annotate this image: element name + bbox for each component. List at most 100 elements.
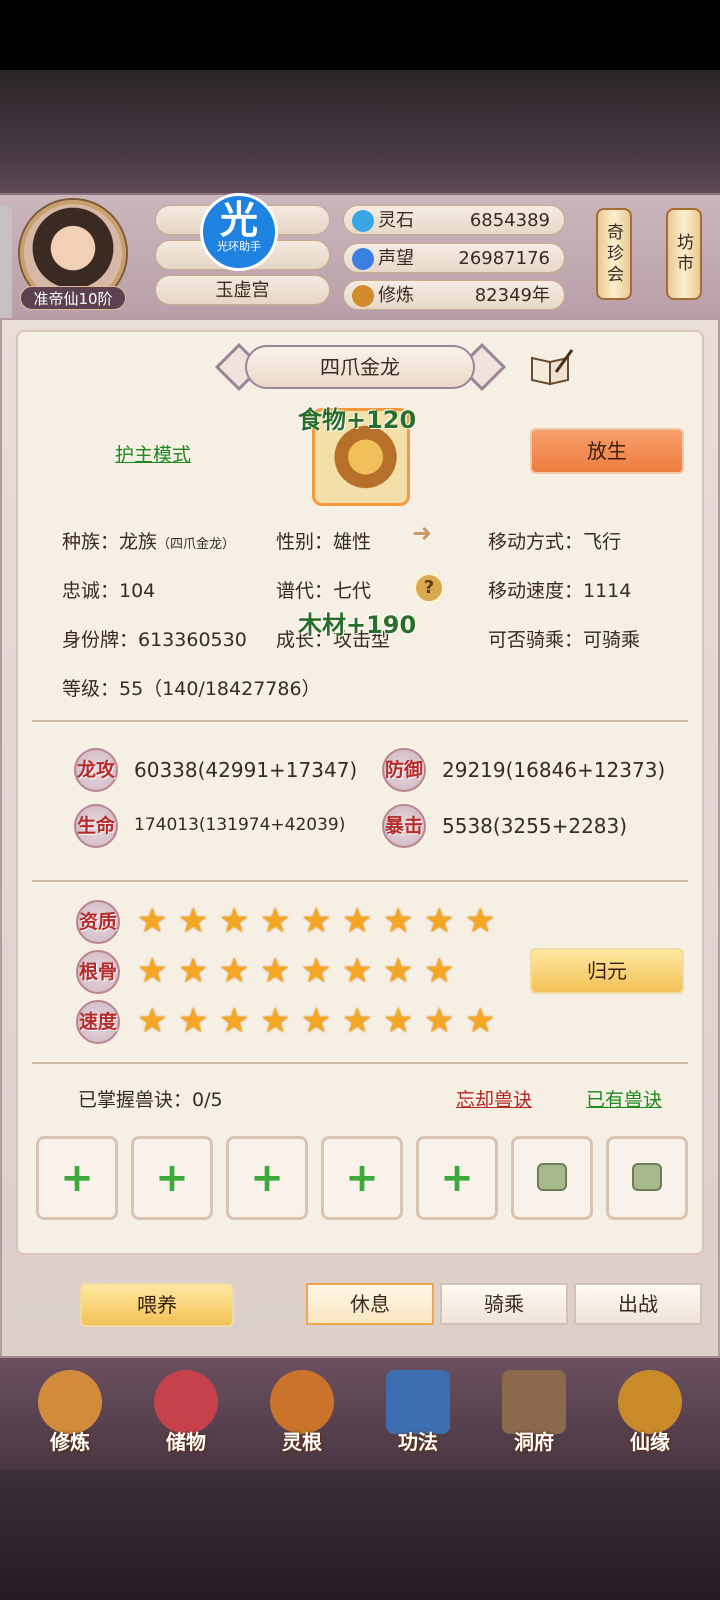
return-origin-button[interactable]: 归元 bbox=[530, 948, 684, 994]
fate-gourd-icon bbox=[618, 1370, 682, 1434]
star-icon: ★ bbox=[301, 1001, 332, 1041]
health-badge: 生命 bbox=[74, 804, 118, 848]
logo-glyph: 光 bbox=[219, 198, 258, 242]
resource-label: 灵石 bbox=[378, 210, 414, 231]
star-icon: ★ bbox=[137, 901, 168, 941]
star-icon: ★ bbox=[424, 1001, 455, 1041]
forget-skill-link[interactable]: 忘却兽诀 bbox=[456, 1085, 532, 1112]
book-quill-icon[interactable] bbox=[530, 348, 574, 386]
nav-technique[interactable]: 功法 bbox=[370, 1370, 466, 1466]
skill-slot-1[interactable]: + bbox=[36, 1136, 118, 1220]
guard-mode-link[interactable]: 护主模式 bbox=[115, 440, 191, 467]
star-icon: ★ bbox=[260, 951, 291, 991]
resource-label: 修炼 bbox=[378, 285, 414, 306]
top-backdrop bbox=[0, 70, 720, 195]
question-icon[interactable]: ? bbox=[414, 573, 444, 603]
release-button[interactable]: 放生 bbox=[530, 428, 684, 474]
bone-badge: 根骨 bbox=[76, 950, 120, 994]
treasure-fair-button[interactable]: 奇珍会 bbox=[596, 208, 632, 300]
id-tag-info: 身份牌：613360530 bbox=[62, 629, 247, 651]
aptitude-stars: ★ ★ ★ ★ ★ ★ ★ ★ ★ bbox=[137, 904, 500, 939]
player-sect: 玉虚宫 bbox=[155, 275, 330, 305]
attack-badge: 龙攻 bbox=[74, 748, 118, 792]
prestige-icon bbox=[352, 248, 374, 270]
bone-stars: ★ ★ ★ ★ ★ ★ ★ ★ bbox=[137, 954, 459, 989]
star-icon: ★ bbox=[178, 1001, 209, 1041]
skill-slot-6-locked[interactable] bbox=[511, 1136, 593, 1220]
nav-fate[interactable]: 仙缘 bbox=[602, 1370, 698, 1466]
divider bbox=[32, 880, 688, 882]
star-icon: ★ bbox=[424, 951, 455, 991]
star-icon: ★ bbox=[301, 901, 332, 941]
star-icon: ★ bbox=[342, 1001, 373, 1041]
cultivation-icon bbox=[38, 1370, 102, 1434]
star-icon: ★ bbox=[383, 901, 414, 941]
tab-ride[interactable]: 骑乘 bbox=[440, 1283, 568, 1325]
meditation-icon bbox=[352, 285, 374, 307]
crit-value: 5538(3255+2283) bbox=[442, 814, 628, 838]
skill-slot-5[interactable]: + bbox=[416, 1136, 498, 1220]
wood-gain-text: 木材+190 bbox=[298, 611, 417, 639]
skill-slot-3[interactable]: + bbox=[226, 1136, 308, 1220]
race-sub: （四爪金龙） bbox=[157, 537, 236, 552]
skill-slot-4[interactable]: + bbox=[321, 1136, 403, 1220]
lock-icon bbox=[537, 1163, 567, 1191]
star-icon: ★ bbox=[383, 951, 414, 991]
generation-info: 谱代：七代 bbox=[276, 580, 372, 602]
tab-battle[interactable]: 出战 bbox=[574, 1283, 702, 1325]
race-label: 种族：龙族 bbox=[62, 531, 158, 553]
loyalty-info: 忠诚：104 bbox=[62, 580, 156, 602]
resource-value: 26987176 bbox=[458, 248, 550, 269]
skill-slot-2[interactable]: + bbox=[131, 1136, 213, 1220]
plus-icon: + bbox=[60, 1155, 94, 1201]
plus-icon: + bbox=[155, 1155, 189, 1201]
helper-logo-icon[interactable]: 光 光环助手 bbox=[200, 193, 278, 271]
star-icon: ★ bbox=[178, 901, 209, 941]
market-button[interactable]: 坊市 bbox=[666, 208, 702, 300]
resource-label: 声望 bbox=[378, 248, 414, 269]
health-value: 174013(131974+42039) bbox=[134, 815, 346, 835]
nav-spirit-root[interactable]: 灵根 bbox=[254, 1370, 350, 1466]
move-speed-info: 移动速度：1114 bbox=[488, 580, 632, 602]
arrow-right-icon[interactable]: ➜ bbox=[412, 520, 438, 546]
storage-bag-icon bbox=[154, 1370, 218, 1434]
player-rank: 准帝仙10阶 bbox=[20, 286, 126, 310]
skills-mastered: 已掌握兽诀：0/5 bbox=[78, 1089, 223, 1111]
nav-label: 灵根 bbox=[282, 1430, 322, 1454]
status-bar-area bbox=[0, 0, 720, 70]
feed-button[interactable]: 喂养 bbox=[80, 1283, 234, 1327]
divider bbox=[32, 720, 688, 722]
star-icon: ★ bbox=[301, 951, 332, 991]
star-icon: ★ bbox=[342, 951, 373, 991]
food-gain-text: 食物+120 bbox=[298, 406, 417, 434]
speed-badge: 速度 bbox=[76, 1000, 120, 1044]
logo-text: 光环助手 bbox=[217, 240, 261, 253]
star-icon: ★ bbox=[260, 1001, 291, 1041]
resource-value: 6854389 bbox=[469, 210, 550, 231]
nav-cultivation[interactable]: 修炼 bbox=[22, 1370, 118, 1466]
spirit-root-icon bbox=[270, 1370, 334, 1434]
star-icon: ★ bbox=[342, 901, 373, 941]
star-icon: ★ bbox=[178, 951, 209, 991]
divider bbox=[32, 1062, 688, 1064]
star-icon: ★ bbox=[219, 901, 250, 941]
nav-storage[interactable]: 储物 bbox=[138, 1370, 234, 1466]
star-icon: ★ bbox=[383, 1001, 414, 1041]
owned-skills-link[interactable]: 已有兽诀 bbox=[586, 1085, 662, 1112]
gender-info: 性别：雄性 bbox=[276, 531, 372, 553]
tab-rest[interactable]: 休息 bbox=[306, 1283, 434, 1325]
star-icon: ★ bbox=[424, 901, 455, 941]
skill-slot-7-locked[interactable] bbox=[606, 1136, 688, 1220]
nav-label: 修炼 bbox=[50, 1430, 90, 1454]
move-type-info: 移动方式：飞行 bbox=[488, 531, 622, 553]
plus-icon: + bbox=[250, 1155, 284, 1201]
defense-value: 29219(16846+12373) bbox=[442, 758, 666, 782]
bottom-backdrop bbox=[0, 1470, 720, 1600]
race-info: 种族：龙族（四爪金龙） bbox=[62, 527, 235, 554]
technique-book-icon bbox=[386, 1370, 450, 1434]
star-icon: ★ bbox=[465, 901, 496, 941]
star-icon: ★ bbox=[219, 1001, 250, 1041]
defense-badge: 防御 bbox=[382, 748, 426, 792]
star-icon: ★ bbox=[260, 901, 291, 941]
nav-cave-mansion[interactable]: 洞府 bbox=[486, 1370, 582, 1466]
